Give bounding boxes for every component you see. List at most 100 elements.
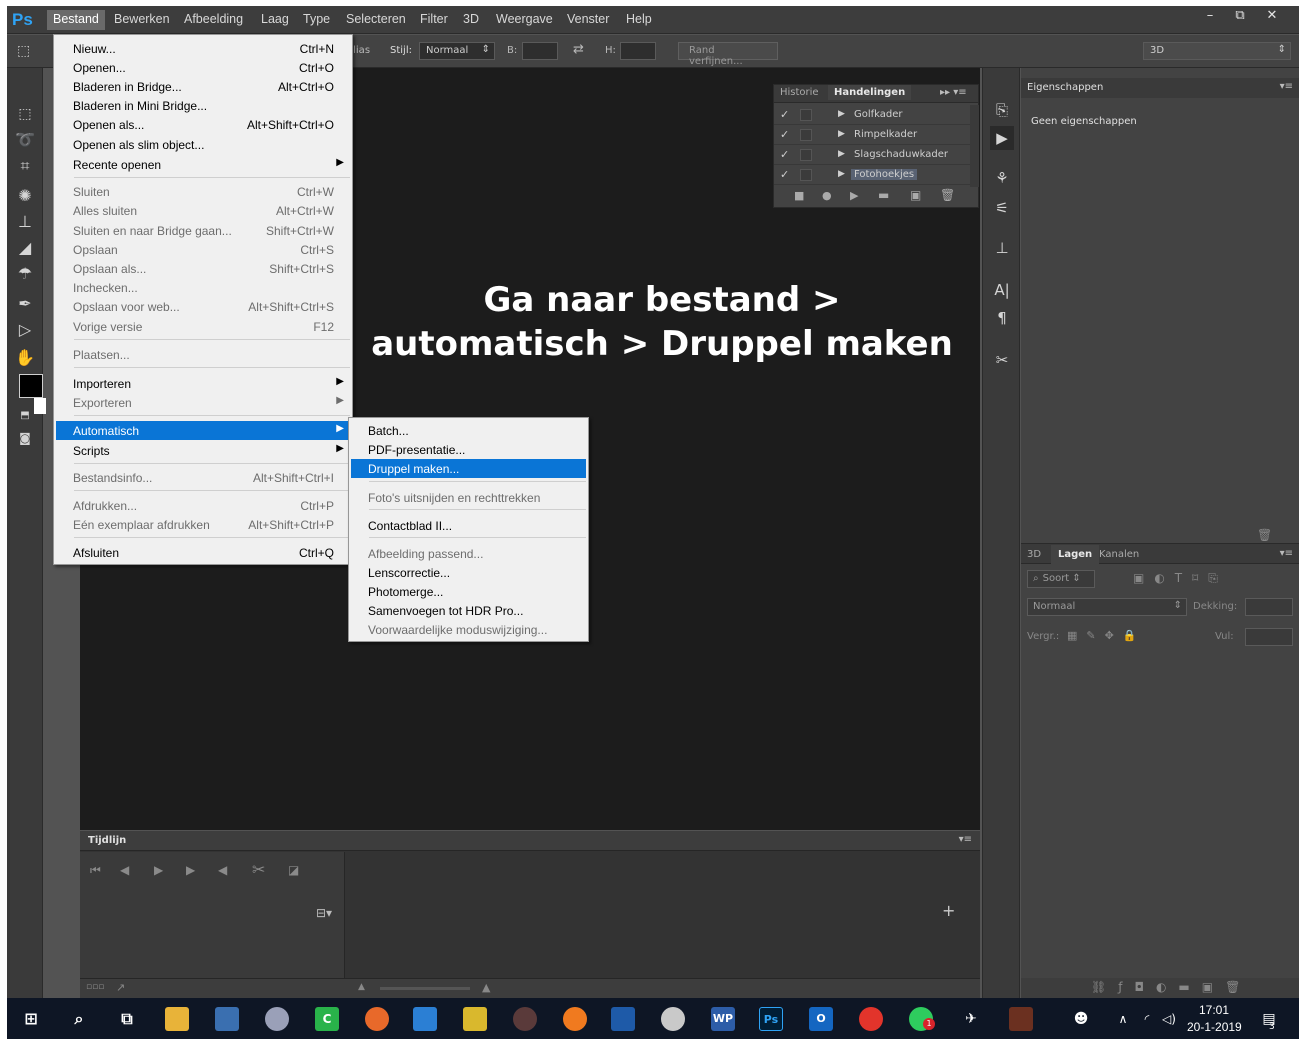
menu-item-scripts[interactable]: Scripts ▶ [56,441,350,460]
expand-icon[interactable]: ▶ [838,169,845,179]
outlook-icon[interactable]: O [809,1007,833,1031]
paragraph-icon[interactable]: ¶ [990,306,1014,330]
tab-3d[interactable]: 3D [1027,549,1041,560]
submenu-item-druppel-maken[interactable]: Druppel maken... [351,459,586,478]
swap-icon[interactable]: ⇄ [573,42,584,57]
menu-item-nieuw[interactable]: Nieuw... Ctrl+N [56,39,350,58]
toggle-check-icon[interactable]: ✓ [780,168,789,181]
record-icon[interactable]: ● [822,189,832,202]
adjustments-icon[interactable]: ⚟ [990,196,1014,220]
show-hidden-icons-icon[interactable]: ∧ [1111,1007,1135,1031]
submenu-item-afbeelding-passend[interactable]: Afbeelding passend... [351,544,586,563]
clock-time[interactable]: 17:01 [1199,1003,1229,1017]
opacity-input[interactable] [1245,598,1293,616]
action-row[interactable]: ✓ ▶ Fotohoekjes [774,165,970,185]
clock-date[interactable]: 20-1-2019 [1187,1020,1242,1034]
menu-3d[interactable]: 3D [463,12,479,26]
new-set-icon[interactable]: ▬ [878,188,889,202]
submenu-item-hdr-pro[interactable]: Samenvoegen tot HDR Pro... [351,601,586,620]
submenu-item-voorwaardelijke-moduswijziging[interactable]: Voorwaardelijke moduswijziging... [351,620,586,639]
menu-item-opslaan[interactable]: Opslaan Ctrl+S [56,240,350,259]
action-row[interactable]: ✓ ▶ Slagschaduwkader [774,145,970,165]
menu-item-een-exemplaar-afdrukken[interactable]: Eén exemplaar afdrukken Alt+Shift+Ctrl+P [56,515,350,534]
collapse-icon[interactable]: ▸▸ ▾≡ [940,87,967,98]
menu-item-automatisch[interactable]: Automatisch ▶ [56,421,350,440]
menu-help[interactable]: Help [626,12,652,26]
brush-presets-icon[interactable]: ⚘ [990,166,1014,190]
windows-start-icon[interactable]: ⊞ [19,1007,43,1031]
play-icon[interactable]: ▶ [154,863,163,877]
panel-menu-icon[interactable]: ▾≡ [959,834,972,845]
marquee-preset-icon[interactable]: ⬚ [17,43,30,59]
menu-weergave[interactable]: Weergave [496,12,553,26]
restore-button[interactable]: ⧉ [1223,6,1257,28]
close-button[interactable]: ✕ [1255,6,1289,28]
menu-item-sluiten-naar-bridge[interactable]: Sluiten en naar Bridge gaan... Shift+Ctrl… [56,221,350,240]
volume-icon[interactable]: ◁) [1157,1007,1181,1031]
dialog-toggle[interactable] [800,109,812,121]
menu-item-sluiten[interactable]: Sluiten Ctrl+W [56,182,350,201]
layer-action-icons[interactable]: ⛓ƒ◘◐▬▣🗑 [1091,980,1252,994]
hand-icon[interactable]: ✋ [12,346,38,370]
toggle-check-icon[interactable]: ✓ [780,148,789,161]
submenu-item-photomerge[interactable]: Photomerge... [351,582,586,601]
menu-item-vorige-versie[interactable]: Vorige versie F12 [56,317,350,336]
tab-kanalen[interactable]: Kanalen [1099,549,1139,560]
action-row[interactable]: ✓ ▶ Rimpelkader [774,125,970,145]
height-input[interactable] [620,42,656,60]
menu-item-afsluiten[interactable]: Afsluiten Ctrl+Q [56,543,350,562]
submenu-item-pdf-presentatie[interactable]: PDF-presentatie... [351,440,586,459]
app-icon[interactable] [563,1007,587,1031]
menu-afbeelding[interactable]: Afbeelding [184,12,243,26]
camtasia-icon[interactable]: C [315,1007,339,1031]
menu-item-openen-als[interactable]: Openen als... Alt+Shift+Ctrl+O [56,115,350,134]
paint-icon[interactable] [265,1007,289,1031]
expand-icon[interactable]: ▶ [838,149,845,159]
menu-item-opslaan-voor-web[interactable]: Opslaan voor web... Alt+Shift+Ctrl+S [56,297,350,316]
app-icon[interactable]: ✈ [959,1007,983,1031]
app-icon[interactable] [611,1007,635,1031]
frame-animation-icon[interactable]: ▫▫▫ [86,982,104,992]
firefox-icon[interactable] [365,1007,389,1031]
style-select[interactable]: Normaal ⇕ [419,42,495,60]
history-icon[interactable]: ⎘ [990,98,1014,122]
tab-historie[interactable]: Historie [780,87,819,98]
toggle-check-icon[interactable]: ✓ [780,108,789,121]
go-to-first-frame-icon[interactable]: ⏮ [90,863,101,878]
rectangular-marquee-icon[interactable]: ⬚ [12,102,38,126]
spot-healing-icon[interactable]: ✺ [12,184,38,208]
quick-mask-icon[interactable]: ◙ [12,426,38,450]
task-view-icon[interactable]: ⧉ [115,1007,139,1031]
expand-icon[interactable]: ▶ [838,109,845,119]
actions-icon[interactable]: ▶ [990,126,1014,150]
convert-icon[interactable]: ↗ [116,981,125,994]
menu-item-recente-openen[interactable]: Recente openen ▶ [56,155,350,174]
action-row[interactable]: ✓ ▶ Golfkader [774,105,970,125]
actions-scrollbar[interactable] [970,105,979,187]
menu-venster[interactable]: Venster [567,12,609,26]
panel-menu-icon[interactable]: ▾≡ [1280,548,1293,559]
fill-input[interactable] [1245,628,1293,646]
minimize-button[interactable]: – [1193,6,1227,28]
dialog-toggle[interactable] [800,129,812,141]
app-icon[interactable] [513,1007,537,1031]
chrome-icon[interactable] [859,1007,883,1031]
menu-filter[interactable]: Filter [420,12,448,26]
menu-item-exporteren[interactable]: Exporteren ▶ [56,393,350,412]
clone-source-icon[interactable]: ⊥ [990,236,1014,260]
next-frame-icon[interactable]: ▶ [186,863,195,877]
transition-icon[interactable]: ◪ [288,863,299,877]
app-icon[interactable] [1009,1007,1033,1031]
menu-item-openen-slim-object[interactable]: Openen als slim object... [56,135,350,154]
dialog-toggle[interactable] [800,169,812,181]
batman-icon[interactable] [463,1007,487,1031]
split-icon[interactable]: ✂ [252,860,265,879]
zoom-in-icon[interactable]: ▲ [482,981,490,994]
tab-handelingen[interactable]: Handelingen [828,85,912,100]
menu-selecteren[interactable]: Selecteren [346,12,406,26]
wifi-icon[interactable]: ◜ [1135,1007,1159,1031]
dialog-toggle[interactable] [800,149,812,161]
panel-menu-icon[interactable]: ▾≡ [1280,81,1293,92]
menu-item-afdrukken[interactable]: Afdrukken... Ctrl+P [56,496,350,515]
width-input[interactable] [522,42,558,60]
